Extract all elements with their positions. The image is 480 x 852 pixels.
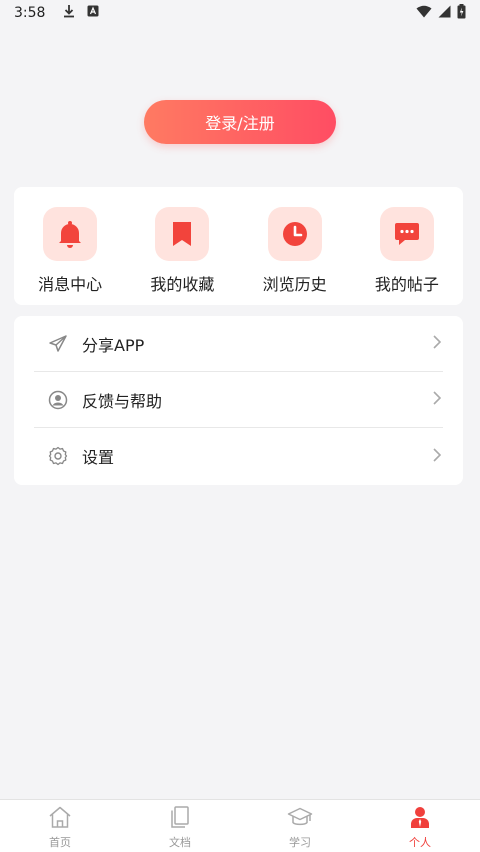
bell-icon <box>43 207 98 261</box>
tab-profile[interactable]: 个人 <box>360 800 480 852</box>
download-icon <box>63 4 75 22</box>
home-icon <box>48 806 72 832</box>
app-notification-icon <box>87 5 99 21</box>
battery-icon <box>457 3 466 23</box>
clock-icon <box>267 207 322 261</box>
tab-documents[interactable]: 文档 <box>120 800 240 852</box>
menu-item-label: 反馈与帮助 <box>82 391 163 411</box>
menu-item-settings[interactable]: 设置 <box>34 428 443 484</box>
quick-actions-card: 消息中心 我的收藏 浏览历史 我的帖子 <box>14 187 463 305</box>
menu-item-label: 分享APP <box>82 335 145 355</box>
status-bar: 3:58 <box>0 0 480 26</box>
tab-label: 学习 <box>289 836 311 849</box>
menu-item-feedback-help[interactable]: 反馈与帮助 <box>34 372 443 428</box>
quick-item-posts[interactable]: 我的帖子 <box>357 207 457 295</box>
quick-item-history[interactable]: 浏览历史 <box>245 207 345 295</box>
chevron-right-icon <box>433 390 442 409</box>
chevron-right-icon <box>433 447 442 466</box>
share-icon <box>48 334 68 354</box>
menu-item-label: 设置 <box>82 448 115 467</box>
bookmark-icon <box>155 207 210 261</box>
tab-label: 文档 <box>169 836 191 849</box>
gear-icon <box>48 446 68 466</box>
status-time: 3:58 <box>14 5 46 21</box>
bottom-tab-bar: 首页 文档 学习 个人 <box>0 799 480 852</box>
menu-item-share-app[interactable]: 分享APP <box>34 316 443 372</box>
signal-icon <box>438 5 451 22</box>
quick-item-label: 我的收藏 <box>150 275 215 294</box>
tab-learning[interactable]: 学习 <box>240 800 360 852</box>
tab-label: 个人 <box>409 836 431 849</box>
quick-item-label: 浏览历史 <box>262 275 327 294</box>
quick-item-label: 我的帖子 <box>374 275 439 294</box>
login-register-button[interactable]: 登录/注册 <box>144 100 336 144</box>
document-icon <box>169 806 191 832</box>
quick-item-messages[interactable]: 消息中心 <box>20 207 120 295</box>
tab-home[interactable]: 首页 <box>0 800 120 852</box>
wifi-icon <box>416 5 432 22</box>
graduation-cap-icon <box>287 806 313 832</box>
quick-item-label: 消息中心 <box>38 275 103 294</box>
chat-icon <box>379 207 434 261</box>
person-icon <box>409 806 431 832</box>
quick-item-favorites[interactable]: 我的收藏 <box>132 207 232 295</box>
user-circle-icon <box>48 390 68 410</box>
tab-label: 首页 <box>49 836 71 849</box>
chevron-right-icon <box>433 334 442 353</box>
settings-menu-card: 分享APP 反馈与帮助 设置 <box>14 316 463 485</box>
